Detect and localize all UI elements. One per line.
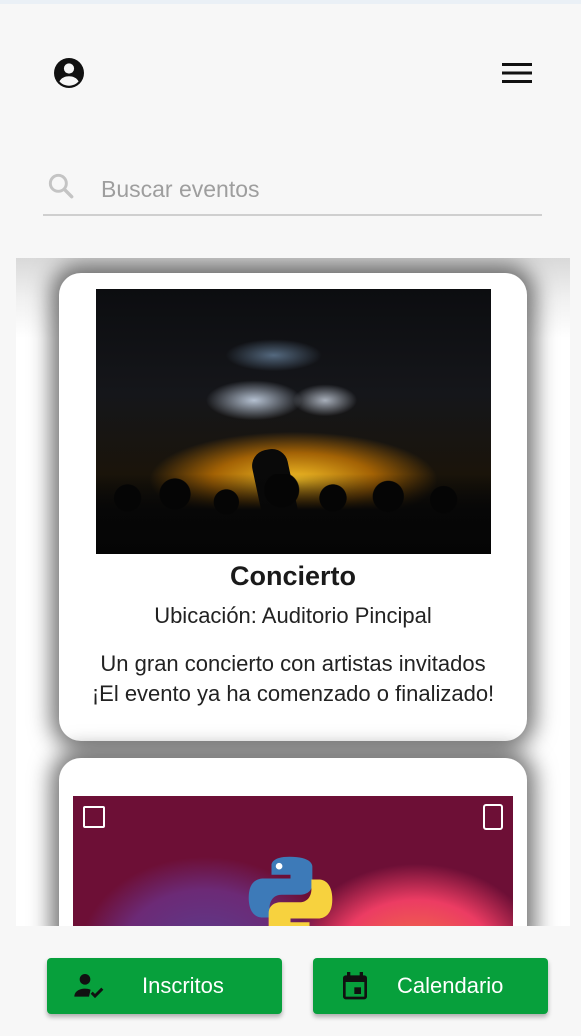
app-header: [0, 4, 581, 124]
search-icon: [48, 173, 74, 199]
hamburger-menu-icon: [502, 63, 532, 83]
inscritos-label: Inscritos: [142, 973, 224, 998]
event-card[interactable]: [59, 758, 527, 926]
event-status-message: ¡El evento ya ha comenzado o finalizado!: [91, 681, 495, 706]
menu-button[interactable]: [498, 56, 536, 90]
inscritos-button[interactable]: Inscritos: [47, 958, 282, 1014]
search-input[interactable]: [99, 168, 533, 210]
event-card[interactable]: Concierto Ubicación: Auditorio Pincipal …: [59, 273, 527, 741]
account-button[interactable]: [50, 54, 88, 92]
event-image: [96, 289, 491, 554]
calendar-icon: [343, 972, 367, 1000]
organizer-logo: [83, 806, 105, 828]
account-circle-icon: [54, 58, 84, 88]
event-description: Un gran concierto con artistas invitados: [100, 651, 486, 676]
event-image: [73, 796, 513, 926]
event-feed[interactable]: Concierto Ubicación: Auditorio Pincipal …: [16, 258, 570, 926]
calendario-button[interactable]: Calendario: [313, 958, 548, 1014]
university-logo: [483, 804, 503, 830]
python-logo-icon: [248, 856, 333, 926]
bottom-navigation: Inscritos Calendario: [0, 926, 581, 1036]
person-check-icon: [74, 974, 104, 999]
event-title: Concierto: [229, 561, 356, 591]
calendario-label: Calendario: [397, 973, 504, 998]
event-location: Ubicación: Auditorio Pincipal: [154, 603, 432, 628]
search-bar: [43, 160, 542, 216]
